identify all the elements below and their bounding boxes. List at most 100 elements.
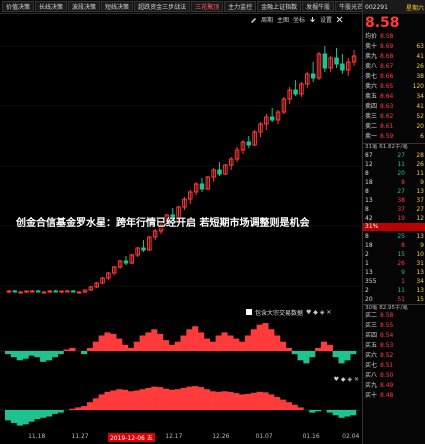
x-tick-label: 01.16 (302, 433, 320, 440)
indicator-bar (157, 333, 164, 351)
indicator-bar (262, 323, 269, 351)
indicator-bar (151, 329, 158, 351)
tab-6[interactable]: 主力监控 (224, 1, 257, 12)
candle-body (59, 290, 64, 293)
tab-7[interactable]: 金融上证指数 (257, 1, 302, 12)
sell-order-row[interactable]: 卖七 8.66 38 (363, 73, 425, 81)
candle-body (76, 291, 82, 294)
indicator-chart-1[interactable] (0, 318, 361, 376)
candle-body (65, 290, 70, 293)
tab-0[interactable]: 价值决策 (2, 1, 35, 12)
indicator-bar (268, 329, 275, 351)
tick-row: 13 38 37 (365, 197, 424, 204)
buy-order-row[interactable]: 买八 8.50 (363, 372, 425, 380)
pen-icon[interactable] (250, 16, 257, 23)
sell-order-row[interactable]: 卖四 8.63 41 (363, 103, 425, 111)
coords-button[interactable]: 坐标 (293, 15, 305, 24)
indicator-bar (5, 351, 12, 355)
indicator-bar (233, 338, 240, 351)
buy-order-row[interactable]: 买六 8.52 (363, 352, 425, 360)
tick-row: 1 26 31 (365, 260, 424, 267)
indicator-bar (22, 410, 29, 425)
sell-order-row[interactable]: 卖二 8.61 20 (363, 123, 425, 131)
candle-body (217, 169, 222, 175)
tab-4[interactable]: 超跌资金三步战法 (134, 1, 191, 12)
candle-body (199, 183, 205, 190)
indicator-bar (116, 338, 123, 351)
indicator-bar (28, 351, 35, 356)
indicator-bar (16, 351, 23, 361)
indicator-bar (157, 387, 164, 410)
indicator-bar (350, 410, 357, 416)
sell-order-row[interactable]: 卖三 8.62 52 (363, 113, 425, 121)
top-tab-bar: 价值决策 长线决策 波段决策 短线决策 超跌资金三步战法 三花聚顶 主力监控 金融上证指数 发掘… (0, 0, 401, 14)
indicator-bar (51, 351, 58, 358)
settings-button[interactable]: 设置 (320, 15, 332, 24)
indicator-chart-2[interactable] (0, 382, 361, 430)
stock-name[interactable]: 星期六 (406, 3, 424, 12)
stock-code: 002291 (365, 3, 388, 11)
panel-section-header: 31笔 61.82手/笔 (363, 143, 425, 150)
x-axis: 11.18 11.27 2019-12-06 五 12.17 12.26 01.07 01.… (0, 432, 361, 444)
indicator-bar (332, 351, 339, 358)
sell-order-row[interactable]: 卖九 8.68 41 (363, 53, 425, 61)
sell-order-row[interactable]: 卖八 8.67 26 (363, 63, 425, 71)
sell-order-row[interactable]: 卖五 8.64 34 (363, 93, 425, 101)
candle-body (6, 290, 12, 293)
buy-order-row[interactable]: 买二 8.58 (363, 312, 425, 320)
sell-order-row[interactable]: 卖一 8.59 6 (363, 133, 425, 141)
ratio-bar: 31% (363, 223, 425, 231)
tab-8[interactable]: 发掘牛股 (302, 1, 335, 12)
indicator-bar (122, 344, 129, 351)
candle-body (12, 290, 18, 293)
indicator-bar (86, 347, 94, 351)
close-icon[interactable] (336, 16, 343, 23)
sell-order-row[interactable]: 均价 8.58 (363, 33, 425, 41)
buy-order-row[interactable]: 买七 8.51 (363, 362, 425, 370)
indicator-bar (122, 389, 129, 410)
candle-body (30, 290, 35, 293)
indicator-bar (69, 347, 76, 351)
home-button[interactable]: 主图 (277, 15, 289, 24)
tick-row: 2 15 10 (365, 251, 424, 258)
indicator-bar (215, 391, 222, 410)
tick-row: 20 51 15 (365, 296, 424, 303)
indicator-bar (34, 410, 41, 420)
indicator-bar (203, 389, 211, 410)
indicator-controls[interactable]: ♥ ◆ ◈ ✕ (306, 309, 331, 316)
indicator-bar (192, 326, 199, 351)
indicator-bar (139, 389, 146, 410)
indicator-bar (10, 410, 17, 423)
sell-order-row[interactable]: 卖六 8.65 120 (363, 83, 425, 91)
indicator-bar (16, 410, 23, 426)
tab-3[interactable]: 短线决策 (101, 1, 134, 12)
buy-order-row[interactable]: 买五 8.53 (363, 342, 425, 350)
indicator-bar (162, 388, 170, 410)
indicator-bar (81, 351, 88, 355)
download-icon[interactable] (309, 16, 316, 23)
tab-1[interactable]: 长线决策 (35, 1, 68, 12)
indicator-bar (133, 341, 140, 351)
period-button[interactable]: 周期 (261, 15, 273, 24)
indicator-bar (86, 402, 94, 410)
news-headline[interactable]: 创金合信基金罗水星：跨年行情已经开启 若短期市场调整则是机会 (16, 214, 309, 229)
indicator-legend: 包含大宗交易数据 ♥ ◆ ◈ ✕ (246, 307, 361, 317)
indicator-bar (69, 408, 76, 410)
candlestick-chart[interactable] (0, 26, 361, 306)
indicator-bar (57, 410, 64, 413)
sell-order-row[interactable]: 卖十 8.69 63 (363, 43, 425, 51)
buy-order-row[interactable]: 买九 8.49 (363, 382, 425, 390)
indicator-bar (262, 392, 269, 410)
buy-order-row[interactable]: 买四 8.54 (363, 332, 425, 340)
indicator-bar (104, 332, 111, 351)
indicator-bar (279, 341, 287, 351)
indicator-bar (34, 351, 41, 358)
buy-order-row[interactable]: 买三 8.55 (363, 322, 425, 330)
tab-5[interactable]: 三花聚顶 (191, 1, 224, 12)
checkbox-icon[interactable] (246, 309, 252, 315)
tick-row: 8 37 27 (365, 206, 424, 213)
buy-order-row[interactable]: 买十 8.48 (363, 392, 425, 400)
indicator-bar (274, 335, 281, 351)
indicator-bar (45, 410, 53, 417)
tab-2[interactable]: 波段决策 (68, 1, 101, 12)
